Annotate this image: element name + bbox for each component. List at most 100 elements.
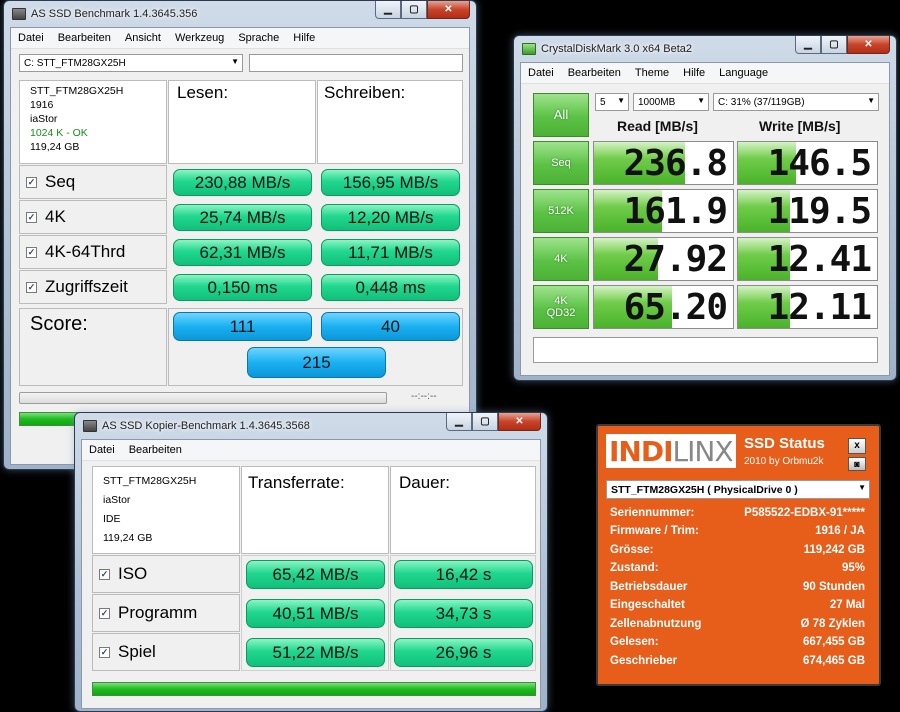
drive-icon	[83, 420, 97, 432]
close-button[interactable]: ✕	[427, 1, 470, 19]
info-row: Zustand: 95%	[610, 562, 865, 574]
menu-hilfe[interactable]: Hilfe	[676, 67, 712, 79]
cdm-titlebar[interactable]: CrystalDiskMark 3.0 x64 Beta2 ▁ ▢ ✕	[520, 36, 890, 62]
menu-bearbeiten[interactable]: Bearbeiten	[122, 444, 189, 456]
row-iso[interactable]: ✓ ISO	[92, 555, 240, 593]
col-time-label: Dauer:	[399, 473, 451, 492]
checkbox-checked[interactable]: ✓	[26, 176, 37, 188]
menu-datei[interactable]: Datei	[82, 444, 122, 456]
close-button[interactable]: ✕	[498, 413, 541, 431]
512k-button[interactable]: 512K	[533, 189, 589, 233]
qd32-read-cell: 65.20	[593, 285, 734, 329]
indilinx-subtitle: 2010 by Orbmu2k	[744, 456, 824, 467]
checkbox-checked[interactable]: ✓	[99, 568, 110, 580]
col-write-label: Schreiben:	[324, 83, 406, 102]
4k-button[interactable]: 4K	[533, 237, 589, 281]
camera-icon[interactable]: ◙	[848, 457, 866, 471]
row-spiel[interactable]: ✓ Spiel	[92, 633, 240, 671]
info-key: Zustand:	[610, 562, 659, 574]
row-programm[interactable]: ✓ Programm	[92, 594, 240, 632]
copy-menubar: Datei Bearbeiten	[82, 440, 540, 461]
menu-bearbeiten[interactable]: Bearbeiten	[561, 67, 628, 79]
drive-firmware: 1916	[30, 99, 54, 111]
row-seq[interactable]: ✓ Seq	[19, 165, 167, 199]
iso-rate: 65,42 MB/s	[246, 560, 385, 589]
score-write: 40	[321, 312, 460, 341]
maximize-button[interactable]: ▢	[472, 413, 498, 431]
rate-header-panel: Transferrate:	[241, 466, 389, 554]
close-button[interactable]: ✕	[847, 36, 890, 54]
drive-select-value: C: STT_FTM28GX25H	[24, 57, 126, 69]
info-value: 95%	[841, 562, 865, 574]
programm-rate: 40,51 MB/s	[246, 599, 385, 628]
menu-werkzeug[interactable]: Werkzeug	[168, 32, 231, 44]
4k-read-cell: 27.92	[593, 237, 734, 281]
drive-select[interactable]: C: 31% (37/119GB) ▼	[713, 93, 879, 111]
info-key: Grösse:	[610, 544, 654, 556]
write-header: Write [MB/s]	[759, 118, 841, 134]
4k-write-value: 12,20 MB/s	[321, 204, 460, 231]
drive-size: 119,24 GB	[30, 141, 80, 153]
indilinx-title: SSD Status	[744, 435, 825, 452]
row-access-time[interactable]: ✓ Zugriffszeit	[19, 270, 167, 304]
checkbox-checked[interactable]: ✓	[99, 607, 110, 619]
all-button[interactable]: All	[533, 93, 589, 137]
maximize-button[interactable]: ▢	[821, 36, 847, 54]
512k-read-value: 161.9	[623, 191, 728, 232]
runs-select[interactable]: 5 ▼	[595, 93, 629, 111]
info-key: Seriennummer:	[610, 507, 695, 519]
info-value: 27 Mal	[829, 599, 865, 611]
score-read: 111	[173, 312, 312, 341]
menu-theme[interactable]: Theme	[628, 67, 676, 79]
info-key: Geschrieber	[610, 655, 678, 667]
menu-sprache[interactable]: Sprache	[231, 32, 286, 44]
programm-time: 34,73 s	[394, 599, 533, 628]
checkbox-checked[interactable]: ✓	[26, 246, 37, 258]
drive-mode: IDE	[103, 513, 121, 525]
time-display: --:--:--	[411, 391, 437, 402]
copy-benchmark-window: AS SSD Kopier-Benchmark 1.4.3645.3568 ▁ …	[74, 412, 548, 712]
4k64-write-value: 11,71 MB/s	[321, 239, 460, 266]
checkbox-checked[interactable]: ✓	[99, 646, 110, 658]
indilinx-logo: INDI LINX	[606, 434, 736, 468]
maximize-button[interactable]: ▢	[401, 1, 427, 19]
as-ssd-client: Datei Bearbeiten Ansicht Werkzeug Sprach…	[10, 27, 470, 465]
minimize-button[interactable]: ▁	[375, 1, 401, 19]
4k-qd32-button[interactable]: 4K QD32	[533, 285, 589, 329]
menu-language[interactable]: Language	[712, 67, 775, 79]
seq-read-cell: 236.8	[593, 141, 734, 185]
comment-field[interactable]	[533, 337, 878, 363]
menu-ansicht[interactable]: Ansicht	[118, 32, 168, 44]
copy-titlebar[interactable]: AS SSD Kopier-Benchmark 1.4.3645.3568 ▁ …	[81, 413, 541, 439]
drive-size: 119,24 GB	[103, 532, 153, 544]
row-label: 4K-64Thrd	[45, 242, 126, 261]
drive-select[interactable]: STT_FTM28GX25H ( PhysicalDrive 0 ) ▼	[606, 480, 870, 499]
menu-bearbeiten[interactable]: Bearbeiten	[51, 32, 118, 44]
drive-model: STT_FTM28GX25H	[30, 85, 124, 97]
seq-button[interactable]: Seq	[533, 141, 589, 185]
minimize-button[interactable]: ▁	[446, 413, 472, 431]
seq-write-cell: 146.5	[737, 141, 878, 185]
score-total: 215	[247, 347, 386, 378]
chevron-down-icon: ▼	[617, 96, 625, 105]
menu-hilfe[interactable]: Hilfe	[286, 32, 322, 44]
runs-value: 5	[600, 96, 606, 108]
checkbox-checked[interactable]: ✓	[26, 281, 37, 293]
menu-datei[interactable]: Datei	[11, 32, 51, 44]
seq-write-value: 156,95 MB/s	[321, 169, 460, 196]
indilinx-window: INDI LINX SSD Status 2010 by Orbmu2k x ◙ …	[596, 424, 881, 686]
copy-client: Datei Bearbeiten STT_FTM28GX25H iaStor I…	[81, 439, 541, 709]
row-4k[interactable]: ✓ 4K	[19, 200, 167, 234]
info-row: Seriennummer: P585522-EDBX-91*****	[610, 507, 865, 519]
row-4k-64thrd[interactable]: ✓ 4K-64Thrd	[19, 235, 167, 269]
minimize-button[interactable]: ▁	[795, 36, 821, 54]
logo-part-b: LINX	[672, 434, 734, 468]
close-button[interactable]: x	[848, 438, 866, 454]
menu-datei[interactable]: Datei	[521, 67, 561, 79]
drive-select[interactable]: C: STT_FTM28GX25H ▼	[19, 54, 243, 72]
4k-write-value: 12.41	[767, 239, 872, 280]
col-rate-label: Transferrate:	[248, 473, 345, 492]
size-select[interactable]: 1000MB ▼	[633, 93, 709, 111]
as-ssd-titlebar[interactable]: AS SSD Benchmark 1.4.3645.356 ▁ ▢ ✕	[10, 1, 470, 27]
checkbox-checked[interactable]: ✓	[26, 211, 37, 223]
